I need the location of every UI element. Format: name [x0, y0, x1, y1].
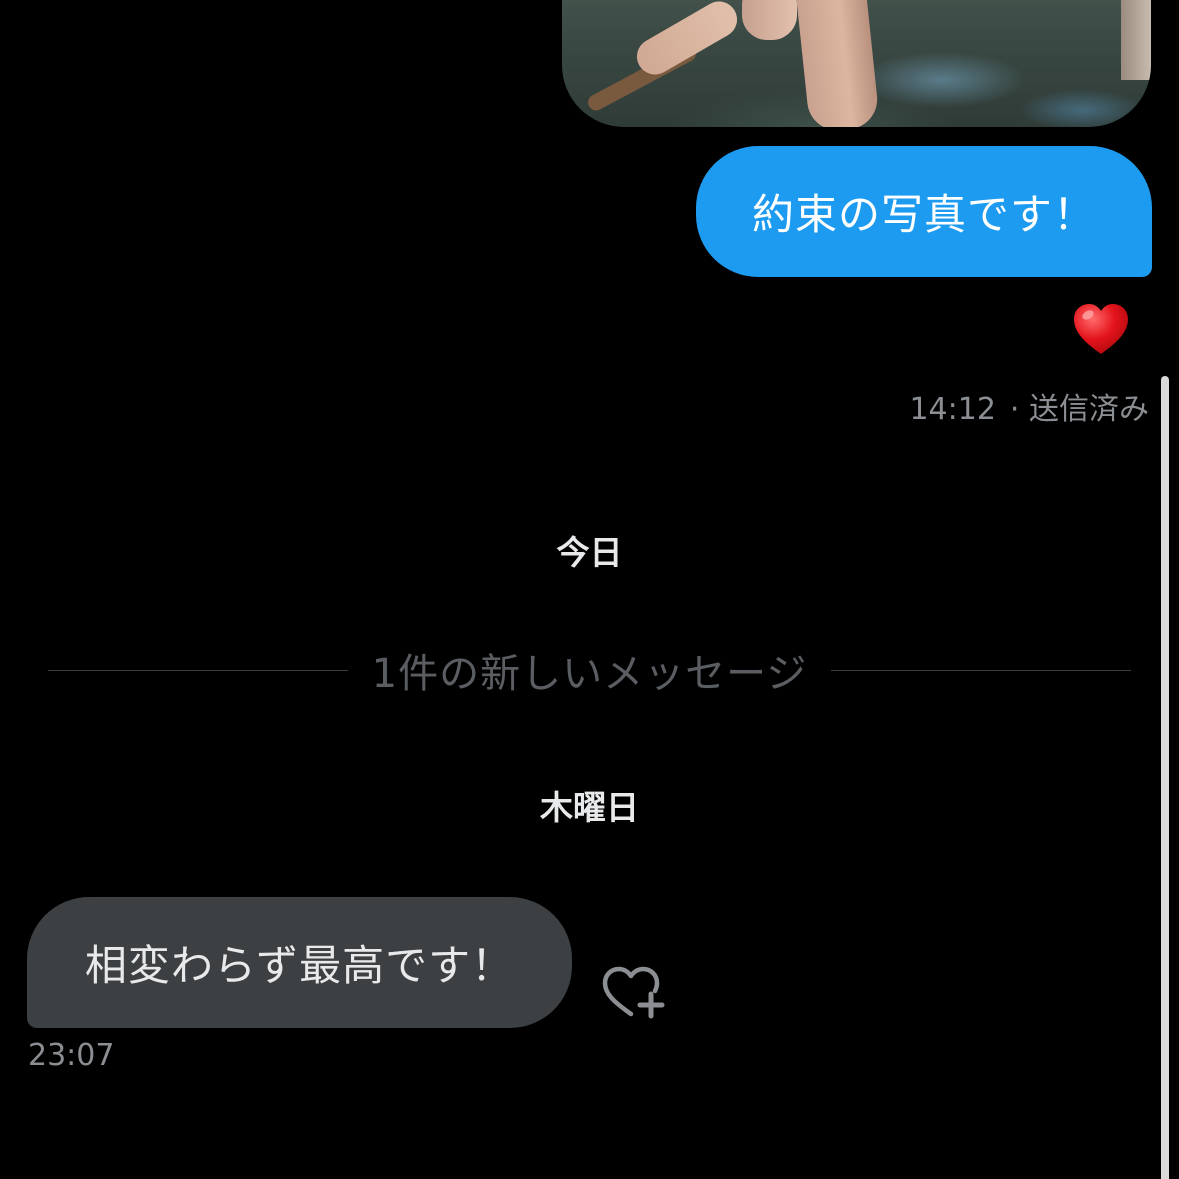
sent-photo-attachment[interactable] — [562, 0, 1151, 127]
divider-line-left — [48, 669, 348, 671]
heart-reaction-icon[interactable] — [1071, 300, 1131, 360]
dm-conversation-screen: 約束の写真です！ 14:12 · 送信済み 今日 1件の新しいメッセージ 木曜日… — [0, 0, 1179, 1179]
received-message-text: 相変わらず最高です！ — [84, 941, 515, 990]
sent-message-meta: 14:12 · 送信済み — [909, 384, 1149, 428]
day-separator-thursday: 木曜日 — [540, 788, 639, 827]
add-reaction-icon — [602, 966, 665, 1019]
sent-message-bubble[interactable]: 約束の写真です！ — [696, 146, 1152, 277]
received-message-bubble[interactable]: 相変わらず最高です！ — [27, 897, 572, 1028]
sent-message-status: · 送信済み — [1009, 392, 1149, 427]
heart-plus-icon[interactable] — [600, 964, 666, 1020]
scrollbar[interactable] — [1161, 376, 1169, 1179]
heart-emoji-icon — [1074, 304, 1128, 354]
received-message-time: 23:07 — [28, 1038, 115, 1073]
new-messages-divider: 1件の新しいメッセージ — [48, 640, 1131, 700]
sent-message-time: 14:12 — [909, 392, 996, 427]
sent-message-text: 約束の写真です！ — [751, 190, 1096, 239]
photo-wall — [1121, 0, 1151, 80]
new-messages-label: 1件の新しいメッセージ — [371, 651, 808, 697]
divider-line-right — [831, 669, 1131, 671]
day-separator-today: 今日 — [556, 533, 623, 572]
